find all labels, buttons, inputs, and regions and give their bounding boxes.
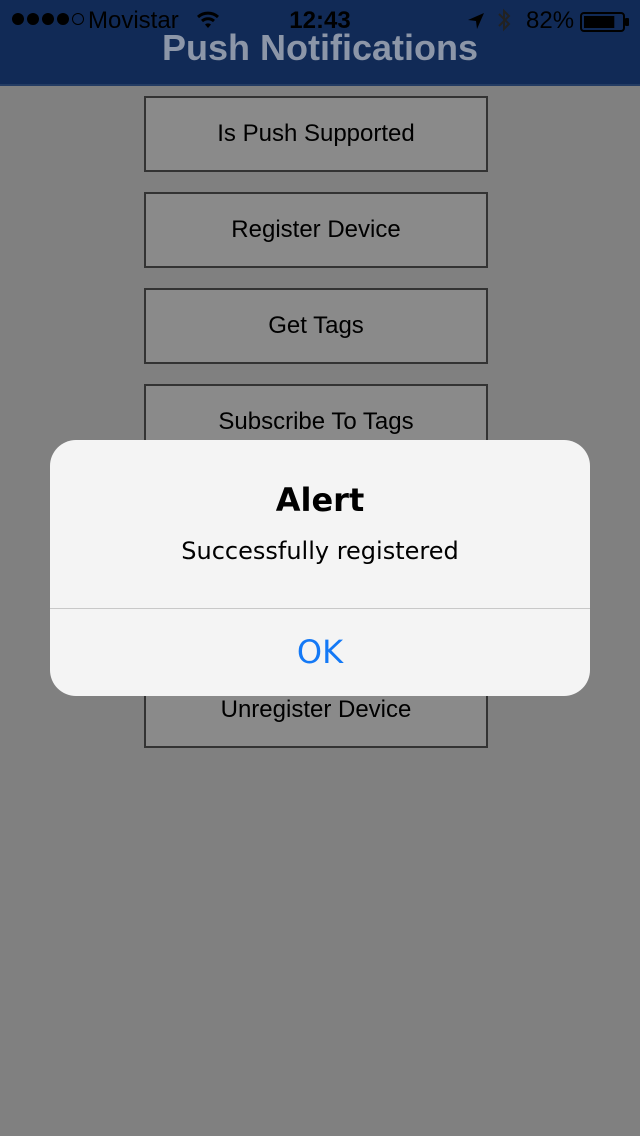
is-push-supported-button[interactable]: Is Push Supported	[144, 96, 488, 172]
register-device-button[interactable]: Register Device	[144, 192, 488, 268]
alert-dialog: OK	[50, 440, 590, 696]
app-header: Movistar 12:43 82% Push Notifications	[0, 0, 640, 86]
alert-message: Successfully registered	[181, 537, 459, 565]
page-title: Push Notifications	[161, 27, 479, 68]
alert-ok-button[interactable]: OK	[50, 609, 590, 696]
get-tags-button[interactable]: Get Tags	[144, 288, 488, 364]
alert-title: Alert	[275, 481, 365, 519]
